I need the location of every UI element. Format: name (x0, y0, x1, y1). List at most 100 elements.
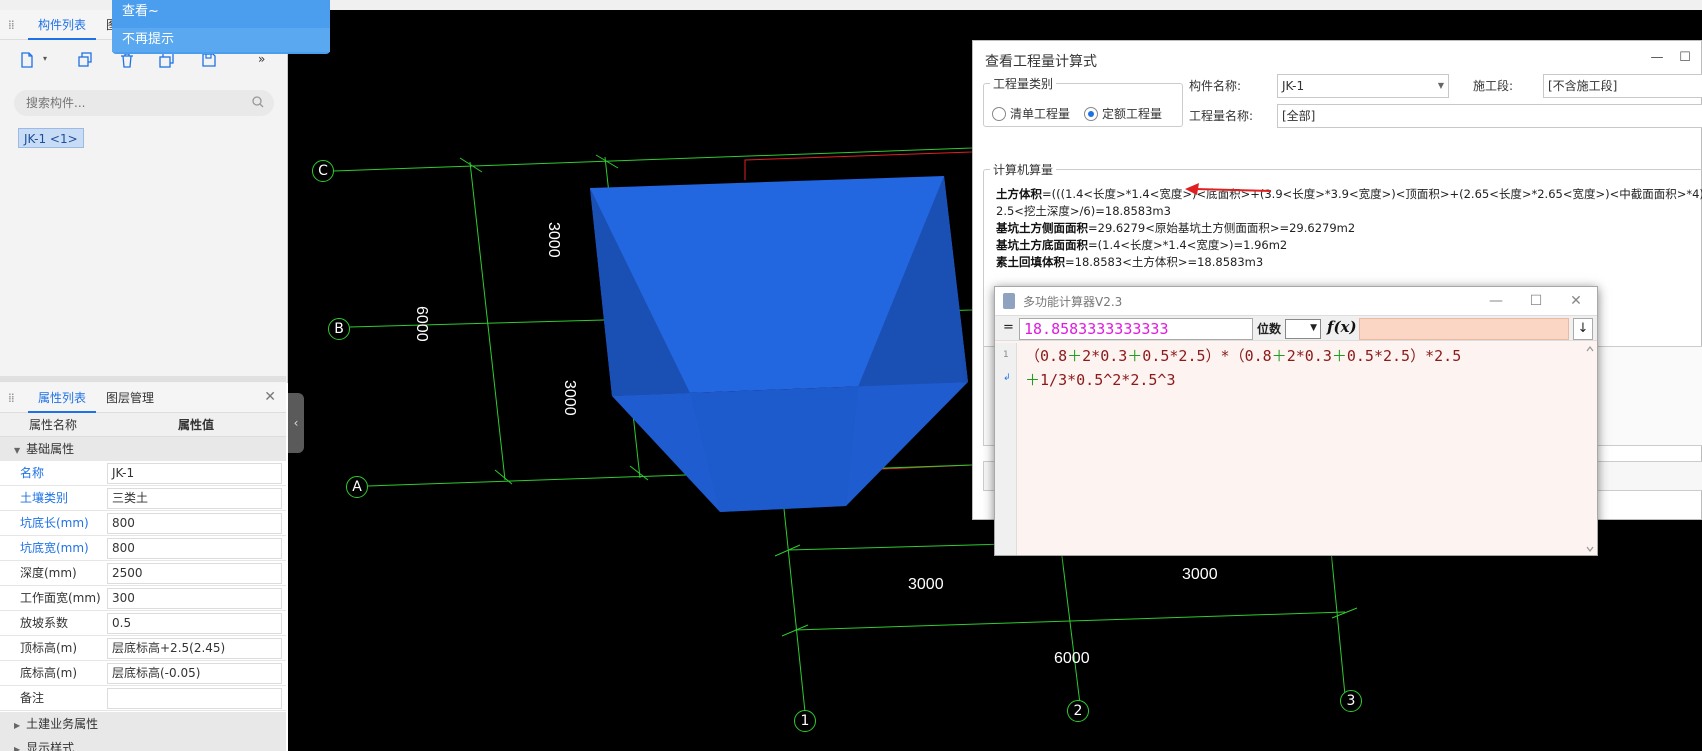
property-value-field[interactable] (107, 688, 282, 709)
function-input[interactable] (1359, 318, 1569, 340)
formula-text: =29.6279<原始基坑土方侧面面积>=29.6279m2 (1088, 221, 1356, 235)
property-value-field[interactable]: 2500 (107, 563, 282, 584)
calculator-toolbar: = 18.8583333333333 位数 ▼ f(x) ↓ (995, 315, 1597, 341)
search-input[interactable] (26, 90, 246, 116)
component-item-jk1[interactable]: JK-1 <1> (18, 128, 84, 148)
radio-selected-icon (1084, 107, 1098, 121)
formula-text: =18.8583<土方体积>=18.8583m3 (1065, 255, 1264, 269)
expression-line-2: ＋1/3*0.5^2*2.5^3 (1025, 371, 1176, 389)
property-panel-header: ⁞⁞ 属性列表 图层管理 ✕ (0, 383, 286, 413)
property-value-field[interactable]: 层底标高(-0.05) (107, 663, 282, 684)
dim-left-bottom: 3000 (561, 380, 578, 416)
property-value-field[interactable]: 三类土 (107, 488, 282, 509)
property-value-field[interactable]: 800 (107, 538, 282, 559)
scroll-up-icon (1586, 346, 1594, 352)
down-arrow-button[interactable]: ↓ (1573, 318, 1593, 340)
vertical-scrollbar[interactable] (1585, 343, 1595, 555)
calc-close-button[interactable]: ✕ (1563, 291, 1589, 311)
property-row: 名称 JK-1 (0, 461, 286, 486)
minimize-button[interactable]: — (1643, 47, 1671, 69)
calc-maximize-button[interactable]: ☐ (1523, 291, 1549, 311)
property-row: 顶标高(m) 层底标高+2.5(2.45) (0, 636, 286, 661)
close-icon[interactable]: ✕ (264, 389, 276, 405)
calculator-title: 多功能计算器V2.3 (1023, 295, 1123, 309)
stage-value: [不含施工段] (1548, 79, 1618, 93)
trash-icon (121, 53, 133, 68)
menu-item-dont-show[interactable]: 不再提示 (112, 28, 330, 52)
drag-grip-icon[interactable]: ⁞⁞ (8, 18, 20, 32)
col-prop-value: 属性值 (177, 418, 214, 432)
property-name: 土壤类别 (20, 491, 69, 505)
dim-bottom-total: 6000 (1054, 650, 1090, 667)
property-value-field[interactable]: 层底标高+2.5(2.45) (107, 638, 282, 659)
formula-label: 基坑土方侧面面积 (996, 221, 1088, 235)
copy-icon (78, 52, 92, 67)
property-row: 坑底长(mm) 800 (0, 511, 286, 536)
axis-bubble-c: C (312, 160, 334, 182)
property-name: 深度(mm) (20, 566, 77, 580)
drag-grip-icon[interactable]: ⁞⁞ (8, 391, 20, 405)
calculator-result-field[interactable]: 18.8583333333333 (1019, 318, 1253, 340)
radio-label: 清单工程量 (1010, 107, 1071, 121)
radio-bill-quantity[interactable]: 清单工程量 (992, 106, 1070, 122)
formula-label: 素土回填体积 (996, 255, 1065, 269)
calculator-editor[interactable]: 1 ↲ （0.8＋2*0.3＋0.5*2.5）*（0.8＋2*0.3＋0.5*2… (995, 343, 1597, 555)
copy-component-button[interactable] (72, 48, 98, 72)
component-name-value: JK-1 (1282, 79, 1305, 93)
layers-copy-icon (159, 52, 174, 68)
axis-bubble-1: 1 (794, 710, 816, 732)
triangle-right-icon: ▶ (14, 745, 21, 751)
line-gutter: 1 ↲ (995, 343, 1017, 555)
stage-select[interactable]: [不含施工段] (1543, 74, 1702, 98)
calculator-titlebar[interactable]: 多功能计算器V2.3 — ☐ ✕ (995, 287, 1597, 315)
group-basic-properties[interactable]: ▼ 基础属性 (0, 437, 286, 461)
line-number: 1 (1003, 350, 1009, 360)
formula-legend: 计算机算量 (993, 163, 1054, 177)
calc-minimize-button[interactable]: — (1483, 291, 1509, 311)
group-display-style[interactable]: ▶ 显示样式 (0, 736, 286, 751)
group-label: 基础属性 (26, 442, 75, 456)
maximize-icon: ☐ (1679, 50, 1691, 65)
function-button[interactable]: f(x) (1327, 318, 1357, 336)
property-value-field[interactable]: JK-1 (107, 463, 282, 484)
tab-property-list[interactable]: 属性列表 (28, 383, 97, 413)
component-name-select[interactable]: JK-1 ▼ (1277, 74, 1449, 98)
tab-layer-manager[interactable]: 图层管理 (96, 383, 164, 413)
new-component-button[interactable] (14, 48, 40, 72)
component-name-label: 构件名称: (1189, 79, 1242, 93)
wrap-marker-icon: ↲ (1003, 373, 1011, 383)
property-name: 坑底长(mm) (20, 516, 89, 530)
property-row: 深度(mm) 2500 (0, 561, 286, 586)
quantity-name-select[interactable]: [全部] (1277, 104, 1702, 128)
property-value-field[interactable]: 0.5 (107, 613, 282, 634)
new-dropdown-button[interactable]: ▾ (40, 48, 54, 72)
search-box[interactable] (14, 90, 274, 116)
menu-item-view[interactable]: 查看~ (112, 0, 330, 24)
formula-line: 2.5<挖土深度>/6)=18.8583m3 (996, 203, 1171, 220)
maximize-button[interactable]: ☐ (1671, 47, 1699, 69)
digits-select[interactable]: ▼ (1285, 319, 1321, 339)
collapse-panel-handle[interactable]: ‹ (288, 393, 304, 453)
property-row: 放坡系数 0.5 (0, 611, 286, 636)
property-value-field[interactable]: 300 (107, 588, 282, 609)
chevron-down-icon: ▼ (1310, 323, 1317, 333)
group-civil-properties[interactable]: ▶ 土建业务属性 (0, 712, 286, 736)
dim-bottom-right: 3000 (1182, 566, 1218, 583)
dim-bottom-left: 3000 (908, 576, 944, 593)
chevron-down-icon: ▾ (43, 54, 48, 63)
radio-quota-quantity[interactable]: 定额工程量 (1084, 106, 1162, 122)
new-file-icon (21, 52, 33, 68)
search-icon[interactable] (252, 96, 264, 108)
multi-calculator-window: 多功能计算器V2.3 — ☐ ✕ = 18.8583333333333 位数 ▼… (994, 286, 1598, 556)
panel-splitter[interactable] (0, 376, 286, 382)
tab-component-list[interactable]: 构件列表 (28, 10, 97, 40)
quantity-type-legend: 工程量类别 (993, 77, 1054, 91)
minimize-icon: — (1489, 293, 1503, 309)
property-value-field[interactable]: 800 (107, 513, 282, 534)
formula-text: =(((1.4<长度>*1.4<宽度>)<底面积>+(3.9<长度>*3.9<宽… (1042, 187, 1702, 201)
formula-line: 基坑土方底面面积=(1.4<长度>*1.4<宽度>)=1.96m2 (996, 237, 1287, 254)
axis-bubble-a: A (346, 476, 368, 498)
property-panel: ⁞⁞ 属性列表 图层管理 ✕ 属性名称 属性值 ▼ 基础属性 名称 JK-1 土壤类别… (0, 383, 288, 751)
dialog-title: 查看工程量计算式 (985, 54, 1097, 70)
property-name: 底标高(m) (20, 666, 78, 680)
